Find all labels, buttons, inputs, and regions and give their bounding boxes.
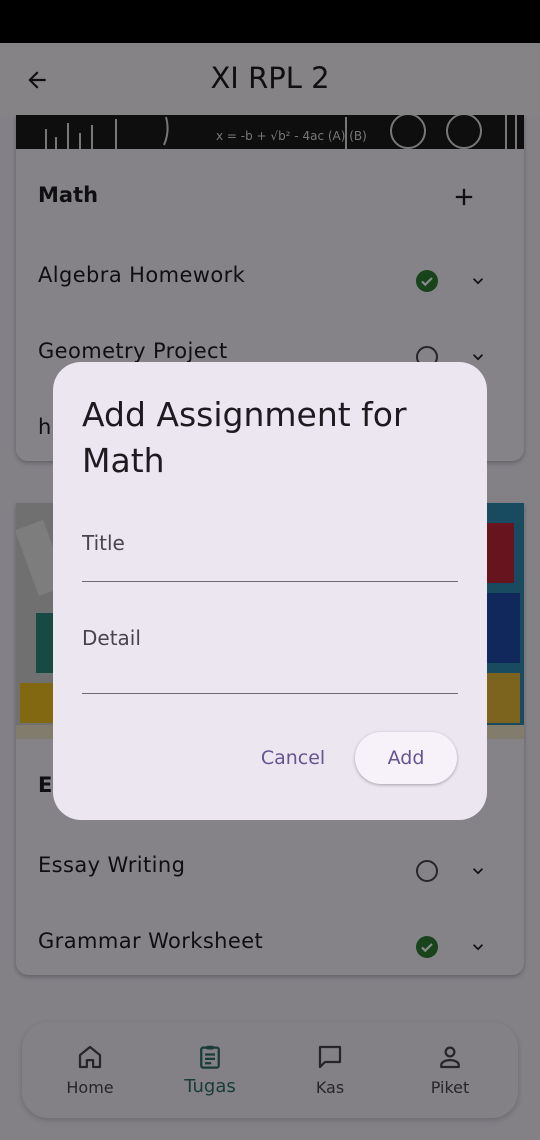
title-input[interactable] — [82, 522, 458, 581]
dialog-title: Add Assignment for Math — [82, 395, 407, 480]
title-field — [82, 522, 458, 582]
add-assignment-dialog: Add Assignment for Math Cancel Add — [53, 362, 487, 820]
detail-field — [82, 618, 458, 694]
add-button[interactable]: Add — [355, 732, 457, 784]
cancel-button[interactable]: Cancel — [249, 738, 337, 778]
detail-input[interactable] — [82, 618, 458, 693]
